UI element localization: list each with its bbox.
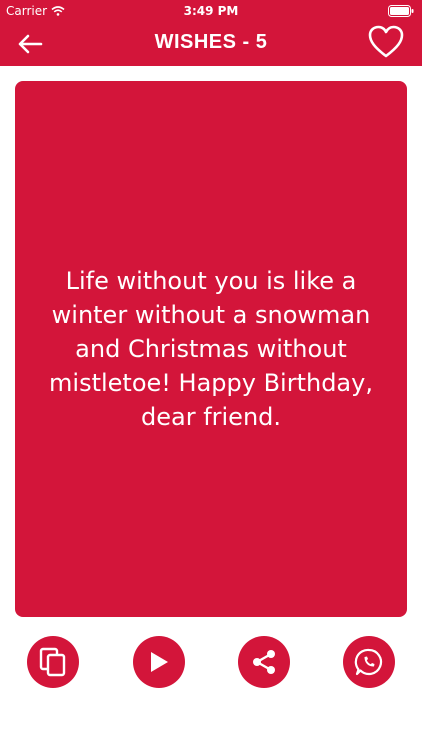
page-title: WISHES - 5: [154, 31, 268, 53]
battery-icon: [388, 5, 414, 20]
nav-bar: WISHES - 5: [0, 22, 422, 66]
play-button[interactable]: [133, 636, 185, 688]
action-bar: [0, 636, 422, 692]
whatsapp-icon: [354, 648, 383, 676]
share-button[interactable]: [238, 636, 290, 688]
favorite-button[interactable]: [366, 22, 406, 62]
play-icon: [151, 652, 168, 672]
copy-icon: [39, 647, 66, 677]
status-bar: Carrier 3:49 PM: [0, 0, 422, 22]
share-icon: [253, 650, 275, 674]
heart-outline-icon: [368, 25, 404, 58]
wish-text: Life without you is like a winter withou…: [49, 267, 373, 431]
status-time: 3:49 PM: [183, 4, 239, 18]
wish-card: Life without you is like a winter withou…: [15, 81, 407, 617]
whatsapp-button[interactable]: [343, 636, 395, 688]
app-header: Carrier 3:49 PM WISHES - 5: [0, 0, 422, 66]
copy-button[interactable]: [27, 636, 79, 688]
